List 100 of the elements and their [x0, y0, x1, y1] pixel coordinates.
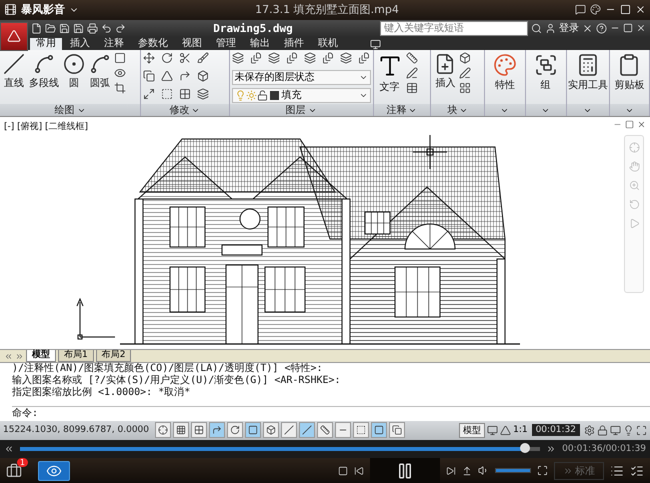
- line-icon[interactable]: [3, 52, 25, 74]
- layer-tool-icon[interactable]: [268, 52, 280, 64]
- undo-icon[interactable]: [101, 22, 112, 34]
- binoculars-icon[interactable]: [531, 22, 542, 34]
- ribbon-tool-button[interactable]: 圆: [62, 52, 86, 90]
- crop-icon[interactable]: [114, 82, 126, 94]
- save-icon[interactable]: [59, 22, 70, 34]
- unlocked-icon: [256, 90, 268, 100]
- ribbon-tool-button[interactable]: 实用工具: [566, 52, 609, 92]
- ribbon-tool-button[interactable]: 直线: [2, 52, 26, 90]
- layer-state-dropdown[interactable]: 未保存的图层状态: [232, 70, 371, 84]
- drawing-viewport[interactable]: [-] [俯视] [二维线框]: [0, 116, 650, 350]
- ribbon-tool-button[interactable]: 组: [532, 52, 559, 92]
- next-icon[interactable]: [446, 466, 456, 476]
- seek-handle[interactable]: [520, 443, 530, 454]
- workspace-settings-icon[interactable]: [584, 424, 595, 436]
- current-layer-dropdown[interactable]: 填充: [232, 88, 371, 102]
- layout-tab[interactable]: 模型: [26, 350, 56, 362]
- annotation-scale[interactable]: 1:1: [513, 425, 528, 436]
- circle-icon[interactable]: [63, 52, 85, 74]
- ribbon-tab[interactable]: 插件: [278, 38, 310, 50]
- brush-icon[interactable]: [197, 52, 210, 64]
- chevrons-icon: [563, 466, 573, 476]
- ribbon-tab[interactable]: 常用: [30, 38, 62, 50]
- layer-tool-icon[interactable]: [250, 52, 262, 64]
- dimension-icon[interactable]: [406, 52, 418, 64]
- array-grid-icon[interactable]: [179, 88, 192, 100]
- panel-title[interactable]: 绘图: [54, 103, 75, 118]
- layer-tool-icon[interactable]: [304, 52, 316, 64]
- arc-icon[interactable]: [89, 52, 111, 74]
- layout-tab[interactable]: 布局1: [58, 350, 94, 362]
- fast-forward-icon[interactable]: [546, 444, 556, 454]
- previous-icon[interactable]: [354, 466, 364, 476]
- ribbon-tool-button[interactable]: 圆弧: [88, 52, 112, 90]
- triangle-icon[interactable]: [161, 70, 174, 82]
- toolbox-icon[interactable]: [6, 462, 22, 478]
- ribbon-tab[interactable]: 联机: [312, 38, 344, 50]
- ribbon-tab[interactable]: 输出: [244, 38, 276, 50]
- ribbon-tool-button[interactable]: 特性: [492, 52, 518, 92]
- grid-icon[interactable]: [176, 425, 186, 436]
- ribbon-tab[interactable]: 参数化: [132, 38, 174, 50]
- checklist-icon[interactable]: [630, 464, 644, 478]
- polyline-icon[interactable]: [33, 52, 55, 74]
- layer-tool-icon[interactable]: [340, 52, 352, 64]
- last-tab-icon[interactable]: [15, 352, 24, 361]
- close-icon[interactable]: [637, 120, 646, 130]
- close-icon[interactable]: [636, 23, 646, 34]
- ribbon-tool-button[interactable]: 多段线: [28, 52, 60, 90]
- user-icon[interactable]: [545, 22, 556, 34]
- save-as-icon[interactable]: [73, 22, 84, 34]
- grid-display-icon[interactable]: [194, 425, 204, 436]
- layout-tab[interactable]: 布局2: [96, 350, 132, 362]
- help-icon[interactable]: [596, 22, 607, 34]
- viewport-label[interactable]: [-] [俯视] [二维线框]: [4, 120, 88, 134]
- search-field[interactable]: 键入关键字或短语: [380, 20, 528, 36]
- model-space-toggle[interactable]: 模型: [459, 422, 486, 438]
- stretch-icon[interactable]: [143, 88, 156, 100]
- rectangle-icon[interactable]: [114, 52, 126, 64]
- layer-tool-icon[interactable]: [358, 52, 370, 64]
- eye-icon[interactable]: [114, 66, 126, 78]
- layer-tool-icon[interactable]: [322, 52, 334, 64]
- scissors-icon[interactable]: [179, 52, 192, 64]
- ribbon-tool-button[interactable]: 文字: [376, 52, 404, 94]
- copy-icon[interactable]: [143, 70, 156, 82]
- rotate-icon[interactable]: [161, 52, 174, 64]
- fullscreen-icon[interactable]: [537, 465, 548, 476]
- stop-icon[interactable]: [338, 466, 348, 476]
- close-icon[interactable]: [635, 4, 646, 16]
- first-tab-icon[interactable]: [4, 352, 13, 361]
- rewind-icon[interactable]: [4, 444, 14, 454]
- restore-icon[interactable]: [625, 120, 634, 130]
- application-menu-button[interactable]: [0, 22, 28, 51]
- login-link[interactable]: 登录: [559, 21, 579, 36]
- lock-icon[interactable]: [597, 424, 608, 436]
- table-icon[interactable]: [406, 82, 418, 94]
- open-folder-icon[interactable]: [45, 22, 56, 34]
- layers-icon[interactable]: [197, 88, 210, 100]
- group-icon[interactable]: [534, 52, 558, 76]
- eye-button[interactable]: [38, 460, 70, 480]
- snap-icon[interactable]: [158, 425, 168, 436]
- pause-icon[interactable]: [396, 462, 414, 480]
- ribbon-tab[interactable]: 插入: [64, 38, 96, 50]
- ribbon-tool-button[interactable]: 插入: [433, 52, 458, 90]
- layer-tool-icon[interactable]: [232, 52, 244, 64]
- ribbon-tab[interactable]: 管理: [210, 38, 242, 50]
- ribbon-tool-button[interactable]: 剪贴板: [613, 52, 646, 92]
- maximize-icon[interactable]: [620, 4, 631, 16]
- player-app-name[interactable]: 暴风影音: [21, 2, 65, 18]
- redo-icon[interactable]: [115, 22, 126, 34]
- ribbon-tab[interactable]: 视图: [176, 38, 208, 50]
- cube-icon[interactable]: [197, 70, 210, 82]
- print-icon[interactable]: [87, 22, 98, 34]
- move-icon[interactable]: [143, 52, 156, 64]
- layer-tool-icon[interactable]: [286, 52, 298, 64]
- chat-icon[interactable]: [575, 4, 586, 16]
- new-file-icon[interactable]: [31, 22, 42, 34]
- ribbon-tab[interactable]: 注释: [98, 38, 130, 50]
- edit-icon[interactable]: [459, 66, 472, 78]
- panel-title[interactable]: 图层: [286, 103, 306, 118]
- volume-icon[interactable]: [478, 465, 489, 476]
